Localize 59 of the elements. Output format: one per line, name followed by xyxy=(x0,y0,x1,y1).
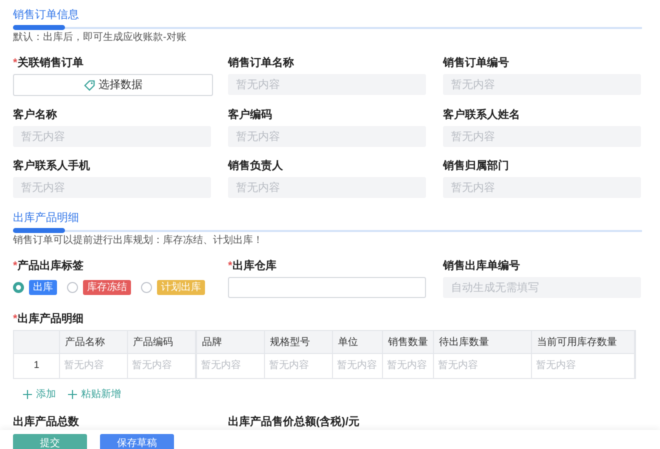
field-label: 销售订单编号 xyxy=(443,56,510,71)
field-label: 销售出库单编号 xyxy=(443,258,521,274)
table-cell: 暂无内容 xyxy=(434,354,532,378)
section-title: 销售订单信息 xyxy=(13,8,80,23)
field-label: 出库产品总数 xyxy=(13,414,80,430)
table-cell: 暂无内容 xyxy=(128,354,197,378)
field-label: 客户名称 xyxy=(13,108,58,123)
table-cell: 暂无内容 xyxy=(265,354,333,378)
readonly-field[interactable]: 暂无内容 xyxy=(228,126,426,147)
section-note: 默认：出库后，即可生成应收账款-对账 xyxy=(13,31,188,45)
column-header: 单位 xyxy=(333,331,383,353)
tag-badge: 出库 xyxy=(29,280,57,295)
field-label: 销售负责人 xyxy=(228,158,284,174)
readonly-field[interactable]: 暂无内容 xyxy=(443,177,641,198)
readonly-field[interactable]: 暂无内容 xyxy=(13,126,211,147)
input-field[interactable] xyxy=(228,277,426,298)
table-cell: 暂无内容 xyxy=(532,354,635,378)
tag-badge: 计划出库 xyxy=(157,280,205,295)
field-label: *产品出库标签 xyxy=(13,258,84,274)
radio-button[interactable] xyxy=(141,282,152,293)
table-action-button[interactable]: 粘贴新增 xyxy=(68,387,121,402)
table-cell: 暂无内容 xyxy=(333,354,383,378)
readonly-field[interactable]: 暂无内容 xyxy=(443,126,641,147)
field-label: *关联销售订单 xyxy=(13,56,84,71)
field-label: *出库仓库 xyxy=(228,258,278,274)
readonly-field[interactable]: 暂无内容 xyxy=(13,177,211,198)
field-label: 销售订单名称 xyxy=(228,56,295,71)
column-header: 待出库数量 xyxy=(434,331,532,353)
field-label: *出库产品明细 xyxy=(13,312,84,327)
radio-button[interactable] xyxy=(13,282,24,293)
readonly-field[interactable]: 暂无内容 xyxy=(443,74,641,95)
save-draft-button[interactable]: 保存草稿 xyxy=(100,434,174,449)
row-number: 1 xyxy=(14,354,60,378)
readonly-field[interactable]: 暂无内容 xyxy=(228,177,426,198)
plus-icon xyxy=(68,390,77,399)
column-header: 当前可用库存数量 xyxy=(532,331,635,353)
submit-button[interactable]: 提交 xyxy=(13,434,87,449)
table-action-button[interactable]: 添加 xyxy=(23,387,56,402)
plus-icon xyxy=(23,390,32,399)
section-title: 出库产品明细 xyxy=(13,210,80,226)
select-data-button[interactable]: 选择数据 xyxy=(13,74,213,96)
column-header: 产品名称 xyxy=(60,331,128,353)
field-label: 出库产品售价总额(含税)/元 xyxy=(228,414,360,430)
field-label: 客户联系人手机 xyxy=(13,158,91,174)
field-label: 客户编码 xyxy=(228,108,273,123)
tag-icon xyxy=(84,80,94,90)
readonly-field[interactable]: 自动生成无需填写 xyxy=(443,277,641,298)
section-note: 销售订单可以提前进行出库规划：库存冻结、计划出库！ xyxy=(13,234,264,248)
field-label: 销售归属部门 xyxy=(443,158,510,174)
column-header: 销售数量 xyxy=(383,331,434,353)
tag-badge: 库存冻结 xyxy=(83,280,131,295)
table-cell: 暂无内容 xyxy=(60,354,128,378)
readonly-field[interactable]: 暂无内容 xyxy=(228,74,426,95)
radio-button[interactable] xyxy=(67,282,78,293)
column-header: 规格型号 xyxy=(265,331,333,353)
column-header: 品牌 xyxy=(197,331,265,353)
table-cell: 暂无内容 xyxy=(197,354,265,378)
field-label: 客户联系人姓名 xyxy=(443,108,521,123)
table-cell: 暂无内容 xyxy=(383,354,434,378)
